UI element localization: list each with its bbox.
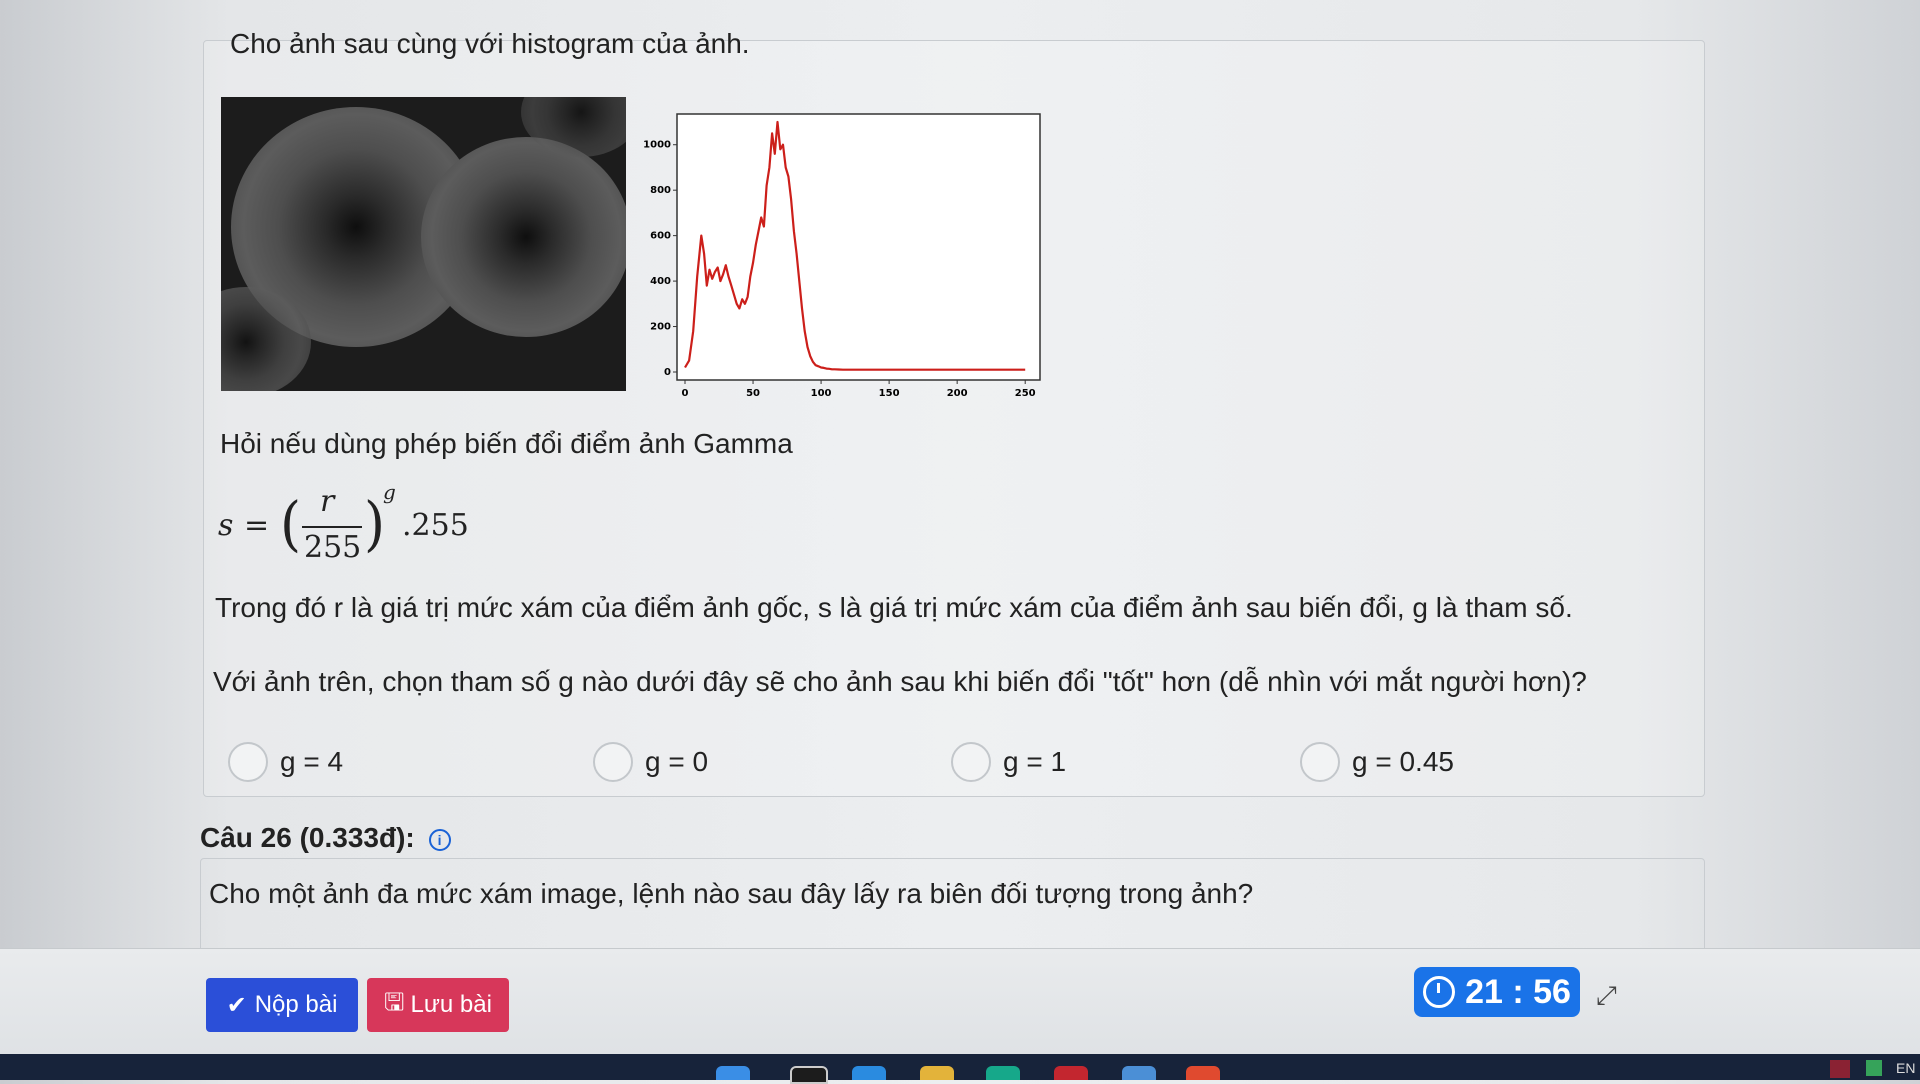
formula-fraction-bar bbox=[302, 526, 362, 528]
app-icon[interactable] bbox=[986, 1066, 1020, 1080]
timer-value: 21 : 56 bbox=[1465, 972, 1571, 1011]
tray-app-icon[interactable] bbox=[1830, 1060, 1850, 1078]
file-explorer-icon[interactable] bbox=[920, 1066, 954, 1080]
option-label: g = 0.45 bbox=[1352, 746, 1454, 777]
question-explanation: Trong đó r là giá trị mức xám của điểm ả… bbox=[215, 592, 1573, 623]
grayscale-flower-image bbox=[221, 97, 626, 391]
x-tick-label: 150 bbox=[879, 388, 900, 399]
expand-icon[interactable]: ⤢ bbox=[1596, 980, 1617, 1012]
question-26-text: Cho một ảnh đa mức xám image, lệnh nào s… bbox=[209, 878, 1254, 909]
y-tick-label: 600 bbox=[650, 231, 671, 242]
os-taskbar bbox=[0, 1054, 1920, 1080]
search-icon[interactable] bbox=[790, 1066, 828, 1084]
radio-button[interactable] bbox=[1300, 742, 1340, 782]
app-icon[interactable] bbox=[1054, 1066, 1088, 1080]
y-tick-label: 400 bbox=[650, 276, 671, 287]
radio-button[interactable] bbox=[228, 742, 268, 782]
question-26-heading: Câu 26 (0.333đ): i bbox=[200, 822, 451, 854]
histogram-svg: 0 50 100 150 200 250 0 200 400 600 800 1000 bbox=[643, 113, 1041, 399]
store-icon[interactable] bbox=[1122, 1066, 1156, 1080]
chrome-browser-icon[interactable] bbox=[1186, 1066, 1220, 1080]
countdown-timer: 21 : 56 bbox=[1414, 967, 1580, 1017]
y-tick-label: 800 bbox=[650, 185, 671, 196]
option-label: g = 1 bbox=[1003, 746, 1067, 777]
formula-left-paren: ( bbox=[280, 488, 302, 559]
check-circle-icon: ✔ bbox=[226, 991, 247, 1019]
formula-tail: .255 bbox=[402, 508, 469, 543]
formula-equals: = bbox=[244, 508, 270, 543]
question-ask: Với ảnh trên, chọn tham số g nào dưới đâ… bbox=[213, 666, 1587, 697]
option-g-0[interactable]: g = 0 bbox=[593, 742, 708, 782]
question-prompt: Hỏi nếu dùng phép biến đổi điểm ảnh Gamm… bbox=[220, 428, 793, 459]
histogram-chart: 0 50 100 150 200 250 0 200 400 600 800 1000 bbox=[630, 100, 1050, 400]
formula-denominator: 255 bbox=[304, 530, 362, 565]
tray-app-icon[interactable] bbox=[1866, 1060, 1882, 1076]
windows-start-icon[interactable] bbox=[716, 1066, 750, 1080]
formula-s: s bbox=[218, 508, 234, 543]
submit-label: Nộp bài bbox=[254, 991, 338, 1018]
y-tick-label: 0 bbox=[664, 367, 671, 378]
edge-browser-icon[interactable] bbox=[852, 1066, 886, 1080]
formula-right-paren: ) bbox=[364, 488, 386, 559]
question-intro: Cho ảnh sau cùng với histogram của ảnh. bbox=[230, 28, 750, 59]
x-tick-label: 0 bbox=[682, 388, 689, 399]
y-tick-label: 200 bbox=[650, 322, 671, 333]
submit-button[interactable]: ✔ Nộp bài bbox=[206, 978, 358, 1032]
question-26-label: Câu 26 (0.333đ): bbox=[200, 822, 415, 853]
option-label: g = 4 bbox=[280, 746, 344, 777]
option-g-045[interactable]: g = 0.45 bbox=[1300, 742, 1454, 782]
option-g-4[interactable]: g = 4 bbox=[228, 742, 343, 782]
language-indicator[interactable]: EN bbox=[1896, 1060, 1915, 1076]
formula-exponent: g bbox=[383, 480, 396, 504]
y-tick-label: 1000 bbox=[643, 140, 671, 151]
info-icon[interactable]: i bbox=[428, 828, 451, 851]
save-button[interactable]: 🖫 Lưu bài bbox=[367, 978, 509, 1032]
save-icon: 🖫 bbox=[384, 988, 405, 1016]
radio-button[interactable] bbox=[951, 742, 991, 782]
x-tick-label: 200 bbox=[947, 388, 968, 399]
save-label: Lưu bài bbox=[410, 991, 492, 1018]
x-tick-label: 100 bbox=[811, 388, 832, 399]
x-tick-label: 250 bbox=[1015, 388, 1036, 399]
clock-icon bbox=[1423, 976, 1456, 1008]
option-label: g = 0 bbox=[645, 746, 709, 777]
radio-button[interactable] bbox=[593, 742, 633, 782]
formula-numerator: r bbox=[320, 484, 335, 519]
option-g-1[interactable]: g = 1 bbox=[951, 742, 1066, 782]
plot-frame bbox=[676, 113, 1041, 381]
x-tick-label: 50 bbox=[746, 388, 760, 399]
